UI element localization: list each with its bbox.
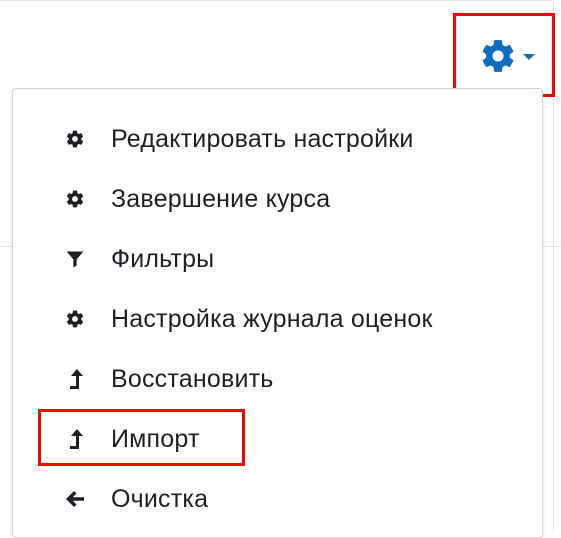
menu-item-gradebook-setup[interactable]: Настройка журнала оценок (13, 291, 542, 347)
menu-item-label: Фильтры (111, 244, 215, 273)
menu-item-label: Очистка (111, 484, 209, 513)
menu-item-label: Настройка журнала оценок (111, 304, 433, 333)
menu-item-edit-settings[interactable]: Редактировать настройки (13, 111, 542, 167)
menu-item-label: Восстановить (111, 364, 274, 393)
level-up-icon (65, 369, 85, 389)
gear-icon (65, 189, 85, 209)
settings-menu-toggle[interactable] (459, 18, 555, 94)
gear-icon (479, 37, 517, 75)
menu-item-restore[interactable]: Восстановить (13, 351, 542, 407)
caret-down-icon (523, 54, 535, 60)
menu-item-course-completion[interactable]: Завершение курса (13, 171, 542, 227)
menu-item-filters[interactable]: Фильтры (13, 231, 542, 287)
arrow-left-icon (65, 489, 85, 509)
menu-item-label: Завершение курса (111, 184, 331, 213)
gear-icon (65, 309, 85, 329)
settings-dropdown-menu: Редактировать настройки Завершение курса… (12, 88, 543, 538)
menu-item-reset[interactable]: Очистка (13, 471, 542, 527)
menu-item-label: Импорт (111, 424, 200, 453)
filter-icon (65, 249, 85, 269)
level-up-icon (65, 429, 85, 449)
menu-item-import[interactable]: Импорт (13, 411, 542, 467)
gear-icon (65, 129, 85, 149)
menu-item-label: Редактировать настройки (111, 124, 414, 153)
